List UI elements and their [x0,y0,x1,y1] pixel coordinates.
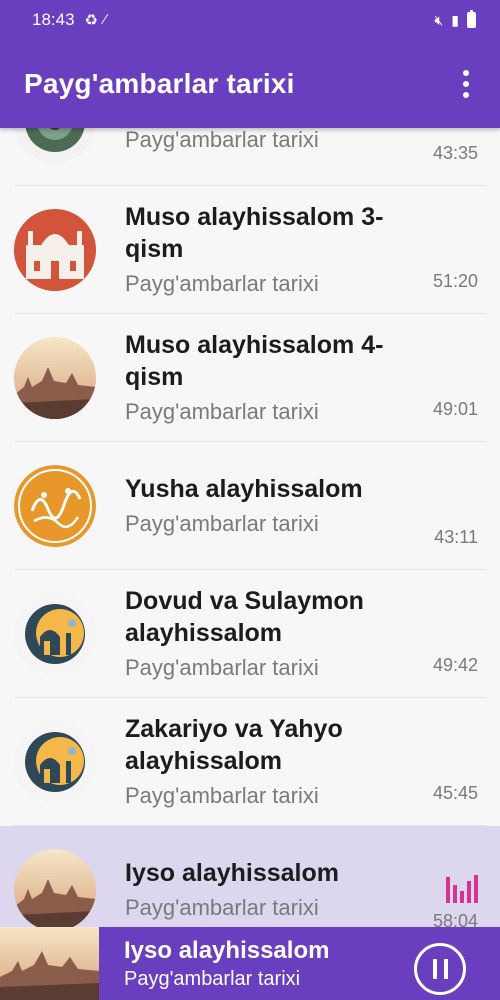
track-subtitle: Payg'ambarlar tarixi [125,655,319,680]
equalizer-icon [433,873,478,903]
track-subtitle: Payg'ambarlar tarixi [125,399,319,424]
city-sunset-icon [14,337,96,419]
track-list: 2-qism Payg'ambarlar tarixi 43:35 Muso a… [0,58,500,954]
calligraphy-gold-icon [14,465,96,547]
magic-wand-icon: ⁄ [104,11,107,28]
track-duration: 43:35 [432,143,478,163]
pause-button[interactable] [414,943,466,995]
track-row[interactable]: Muso alayhissalom 4-qism Payg'ambarlar t… [0,314,500,442]
city-sunset-icon [14,849,96,931]
track-title: Zakariyo va Yahyo alayhissalom [125,715,343,775]
mosque-red-icon [14,209,96,291]
player-title: Iyso alayhissalom [124,936,330,964]
more-options-icon[interactable] [454,68,478,100]
status-time: 18:43 [32,10,75,29]
track-title: Muso alayhissalom 4-qism [125,331,384,391]
mute-icon: 🔇︎ [434,11,444,28]
album-art [0,927,99,1000]
mosque-crescent-icon [14,721,96,803]
track-row[interactable]: Zakariyo va Yahyo alayhissalom Payg'amba… [0,698,500,826]
track-subtitle: Payg'ambarlar tarixi [125,895,319,920]
page-title: Payg'ambarlar tarixi [24,68,295,99]
track-duration: 45:45 [432,783,478,803]
mini-player[interactable]: Iyso alayhissalom Payg'ambarlar tarixi [0,927,500,1000]
track-row[interactable]: Muso alayhissalom 3-qism Payg'ambarlar t… [0,186,500,314]
track-duration: 49:42 [432,655,478,675]
track-subtitle: Payg'ambarlar tarixi [125,511,319,536]
battery-icon [467,10,476,28]
app-bar: Payg'ambarlar tarixi [0,40,500,128]
track-title: Yusha alayhissalom [125,475,363,503]
track-row[interactable]: Yusha alayhissalom Payg'ambarlar tarixi … [0,442,500,570]
track-subtitle: Payg'ambarlar tarixi [125,271,319,296]
mosque-crescent-icon [14,593,96,675]
sync-icon: ♻ [84,12,98,29]
track-title: Iyso alayhissalom [125,859,340,887]
signal-icon: ▮ [451,11,459,28]
track-duration: 43:11 [434,527,478,547]
track-title: Dovud va Sulaymon alayhissalom [125,587,364,647]
track-duration: 51:20 [432,271,478,291]
track-row[interactable]: Dovud va Sulaymon alayhissalom Payg'amba… [0,570,500,698]
track-subtitle: Payg'ambarlar tarixi [125,127,319,152]
track-title: Muso alayhissalom 3-qism [125,203,384,263]
status-bar: 18:43 ♻ ⁄ 🔇︎ ▮ [0,0,500,40]
track-subtitle: Payg'ambarlar tarixi [125,783,319,808]
track-duration: 49:01 [432,399,478,419]
pause-icon [432,959,437,979]
player-subtitle: Payg'ambarlar tarixi [124,967,301,990]
